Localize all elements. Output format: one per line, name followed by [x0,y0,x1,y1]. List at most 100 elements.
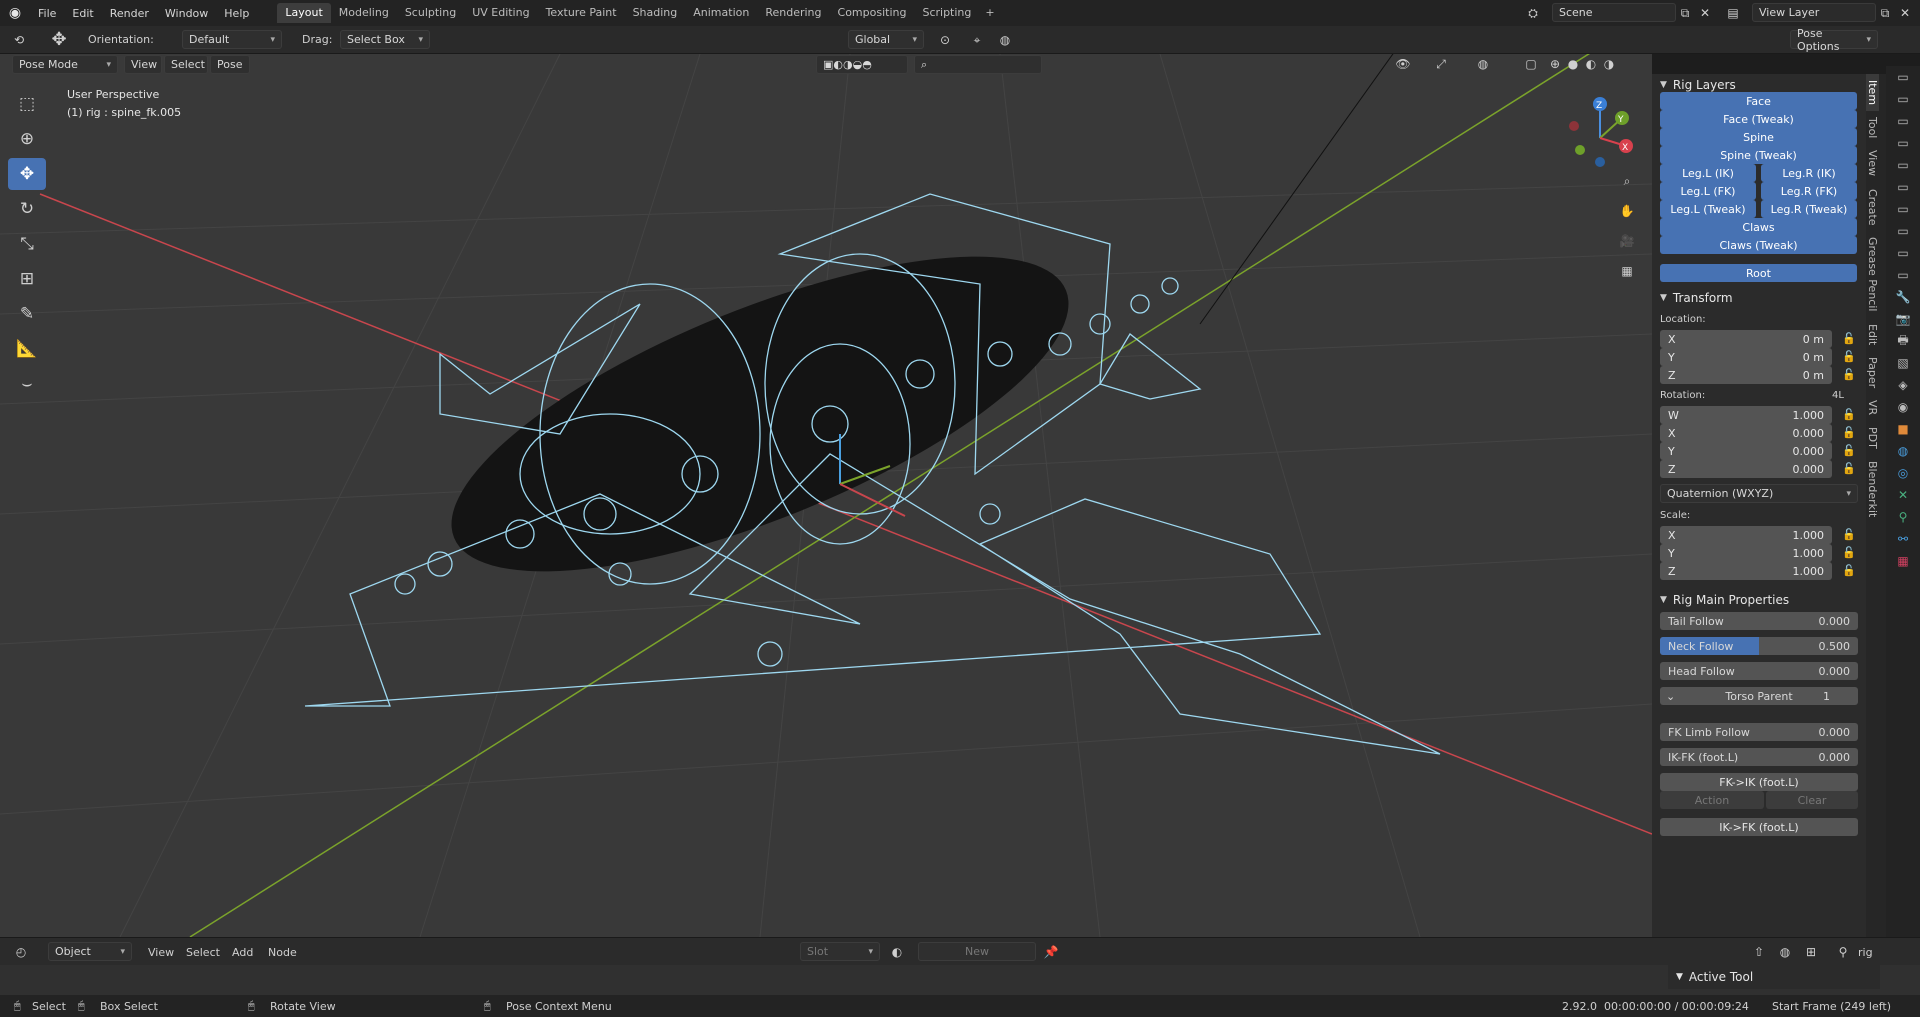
new-material-button[interactable]: New [918,942,1036,961]
node-editor-mode-dropdown[interactable]: Object ▾ [48,942,132,961]
lock-icon[interactable]: 🔓 [1842,368,1856,381]
rotation-w-field[interactable]: W 1.000 [1660,406,1832,424]
outliner-row-icon[interactable]: ▭ [1886,264,1920,286]
move-tool-button-icon[interactable]: ✥ [8,158,46,190]
transform-orientation-dropdown[interactable]: Global ▾ [848,30,924,49]
outliner-row-icon[interactable]: ▭ [1886,66,1920,88]
modifier-properties-icon[interactable]: ◍ [1886,440,1920,462]
layer-spine-tweak-button[interactable]: Spine (Tweak) [1660,146,1857,164]
sidebar-tab-view[interactable]: View [1866,144,1879,182]
tab-sculpting[interactable]: Sculpting [397,3,464,23]
rotate-tool-icon[interactable]: ↻ [8,193,46,225]
lock-icon[interactable]: 🔓 [1842,408,1856,421]
view-layer-icon[interactable]: ▤ [1724,4,1742,22]
location-y-field[interactable]: Y 0 m [1660,348,1832,366]
transform-tool-icon[interactable]: ⊞ [8,263,46,295]
neck-bone[interactable] [427,551,453,577]
navigation-gizmo[interactable]: Z Y X [1560,88,1640,168]
location-z-field[interactable]: Z 0 m [1660,366,1832,384]
material-browse-icon[interactable]: ◐ [888,943,906,961]
mode-dropdown[interactable]: Pose Mode ▾ [12,55,118,74]
sidebar-tab-edit[interactable]: Edit [1866,318,1879,351]
layer-spine-button[interactable]: Spine [1660,128,1857,146]
remove-scene-icon[interactable]: ✕ [1696,4,1714,22]
object-properties-icon[interactable]: ■ [1886,418,1920,440]
lock-icon[interactable]: 🔓 [1842,462,1856,475]
viewport-menu-pose[interactable]: Pose [210,55,250,74]
tab-layout[interactable]: Layout [277,3,331,23]
menu-window[interactable]: Window [157,7,216,20]
tail-bone[interactable] [1089,313,1111,335]
layer-leg-l-ik-button[interactable]: Leg.L (IK) [1660,164,1756,182]
rig-main-properties-header[interactable]: ▼ Rig Main Properties [1652,589,1866,611]
tab-shading[interactable]: Shading [625,3,686,23]
layer-claws-tweak-button[interactable]: Claws (Tweak) [1660,236,1857,254]
slot-dropdown[interactable]: Slot ▾ [800,942,880,961]
snap-node-icon[interactable]: ◍ [1776,943,1794,961]
head-bone[interactable] [394,573,416,595]
tab-rendering[interactable]: Rendering [757,3,829,23]
ik-fk-foot-l-slider[interactable]: IK-FK (foot.L) 0.000 [1660,748,1858,766]
scale-x-field[interactable]: X 1.000 [1660,526,1832,544]
tail-follow-slider[interactable]: Tail Follow 0.000 [1660,612,1858,630]
layer-leg-l-fk-button[interactable]: Leg.L (FK) [1660,182,1756,200]
outliner-row-icon[interactable]: ▭ [1886,110,1920,132]
select-box-tool-icon[interactable]: ⬚ [8,88,46,120]
snap-target-icon[interactable]: ⊞ [1802,943,1820,961]
scene-properties-icon[interactable]: ◈ [1886,374,1920,396]
menu-help[interactable]: Help [216,7,257,20]
view-layer-selector[interactable]: View Layer [1752,3,1876,22]
measure-tool-icon[interactable]: 📐 [8,333,46,365]
viewport-menu-view[interactable]: View [124,55,162,74]
nav-neg-z-handle[interactable] [1595,157,1605,167]
tab-modeling[interactable]: Modeling [331,3,397,23]
tab-uv-editing[interactable]: UV Editing [464,3,537,23]
lock-icon[interactable]: 🔓 [1842,528,1856,541]
lock-icon[interactable]: 🔓 [1842,332,1856,345]
lock-icon[interactable]: 🔓 [1842,350,1856,363]
rendered-shading-icon[interactable]: ◑ [1600,55,1618,73]
lock-icon[interactable]: 🔓 [1842,426,1856,439]
layer-leg-l-tweak-button[interactable]: Leg.L (Tweak) [1660,200,1756,218]
tab-compositing[interactable]: Compositing [830,3,915,23]
clear-button[interactable]: Clear [1766,791,1858,809]
solid-shading-icon[interactable]: ● [1564,55,1582,73]
lock-icon[interactable]: 🔓 [1842,444,1856,457]
layer-claws-button[interactable]: Claws [1660,218,1857,236]
nav-neg-y-handle[interactable] [1575,145,1585,155]
pose-options-dropdown[interactable]: Pose Options ▾ [1790,27,1878,53]
scene-icon[interactable]: ⛭ [1524,4,1542,22]
outliner-row-icon[interactable]: ▭ [1886,154,1920,176]
layer-leg-r-tweak-button[interactable]: Leg.R (Tweak) [1761,200,1857,218]
snap-icon[interactable]: ⌖ [968,31,986,49]
torso-parent-dropdown[interactable]: ⌄ Torso Parent 1 [1660,687,1858,705]
proportional-edit-icon[interactable]: ◍ [996,31,1014,49]
lock-icon[interactable]: 🔓 [1842,564,1856,577]
texture-properties-icon[interactable]: ▦ [1886,550,1920,572]
tool-properties-icon[interactable]: 🔧 [1886,286,1920,308]
view-layer-properties-icon[interactable]: ▧ [1886,352,1920,374]
foot-bone[interactable] [757,641,783,667]
overlay-toggle-icon[interactable]: ◍ [1474,55,1492,73]
zoom-icon[interactable]: ⌕ [1618,172,1636,190]
blender-logo-icon[interactable]: ◉ [0,5,30,21]
foot-bone[interactable] [979,503,1001,525]
fk-limb-follow-slider[interactable]: FK Limb Follow 0.000 [1660,723,1858,741]
filter-buttons[interactable]: ▣◐◑◒◓ [816,55,908,74]
viewport-search-field[interactable]: ⌕ [914,55,1042,74]
nav-neg-x-handle[interactable] [1569,121,1579,131]
sidebar-tab-pdt[interactable]: PDT [1866,421,1879,455]
rotation-z-field[interactable]: Z 0.000 [1660,460,1832,478]
layer-face-tweak-button[interactable]: Face (Tweak) [1660,110,1857,128]
orientation-dropdown[interactable]: Default ▾ [182,30,282,49]
rotation-4l-toggle[interactable]: 4L [1832,390,1844,401]
layer-root-button[interactable]: Root [1660,264,1857,282]
armature-properties-icon[interactable]: ⚲ [1886,506,1920,528]
pan-hand-icon[interactable]: ✋ [1618,202,1636,220]
menu-file[interactable]: File [30,7,64,20]
output-properties-icon[interactable]: 🖶 [1886,330,1920,352]
scale-z-field[interactable]: Z 1.000 [1660,562,1832,580]
sidebar-tab-create[interactable]: Create [1866,183,1879,232]
rotation-x-field[interactable]: X 0.000 [1660,424,1832,442]
constraint-properties-icon[interactable]: ✕ [1886,484,1920,506]
